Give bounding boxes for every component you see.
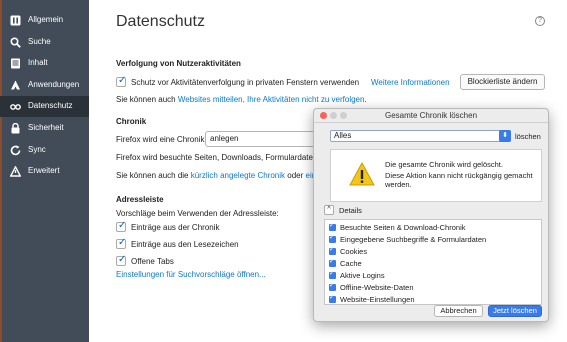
content-icon [11, 58, 20, 69]
tracking-protection-checkbox[interactable] [116, 75, 126, 87]
time-range-value: Alles [334, 131, 352, 140]
time-range-suffix: löschen [515, 132, 541, 141]
search-suggestions-settings-link[interactable]: Einstellungen für Suchvorschläge öffnen.… [116, 270, 266, 279]
warning-line-1: Die gesamte Chronik wird gelöscht. [385, 160, 503, 169]
sidebar-item-allgemein[interactable]: Allgemein [0, 10, 89, 31]
lock-icon [11, 123, 20, 134]
cancel-button[interactable]: Abbrechen [434, 305, 483, 317]
dnt-note-prefix: Sie können auch [116, 95, 176, 104]
addressbar-heading: Adressleiste [116, 195, 164, 204]
item-checkbox[interactable] [329, 245, 336, 255]
history-mode-label: Firefox wird eine Chronik: [116, 135, 207, 144]
history-note-prefix: Sie können auch die [116, 171, 189, 180]
tracking-protection-label: Schutz vor Aktivitätenverfolgung in priv… [131, 78, 360, 87]
clear-items-list: Besuchte Seiten & Download-Chronik Einge… [324, 219, 542, 305]
history-note: Sie können auch die kürzlich angelegte C… [116, 171, 320, 180]
tracking-heading: Verfolgung von Nutzeraktivitäten [116, 59, 241, 68]
item-label: Offline-Website-Daten [340, 283, 414, 292]
suggest-history-label: Einträge aus der Chronik [131, 223, 220, 232]
privacy-icon [10, 104, 21, 110]
item-checkbox[interactable] [329, 281, 336, 291]
clear-history-dialog: Gesamte Chronik löschen Alles ⬍ löschen … [313, 108, 549, 322]
suggest-bookmarks-checkbox[interactable] [116, 237, 126, 249]
search-icon [10, 37, 21, 48]
item-label: Website-Einstellungen [340, 295, 415, 304]
suggest-bookmarks-label: Einträge aus den Lesezeichen [131, 240, 239, 249]
history-mode-select[interactable]: anlegen [205, 131, 317, 147]
sidebar-item-label: Inhalt [28, 58, 48, 67]
chevron-down-icon: ⬍ [499, 130, 511, 142]
dnt-link[interactable]: Websites mitteilen, Ihre Aktivitäten nic… [178, 95, 365, 104]
sidebar-item-label: Suche [28, 37, 51, 46]
item-checkbox[interactable] [329, 257, 336, 267]
history-description: Firefox wird besuchte Seiten, Downloads,… [116, 153, 320, 162]
history-note-mid: oder [287, 171, 304, 180]
addressbar-description: Vorschläge beim Verwenden der Adressleis… [116, 209, 279, 218]
sidebar: Allgemein Suche Inhalt Anwendungen Daten… [0, 0, 89, 342]
sidebar-item-erweitert[interactable]: Erweitert [0, 161, 89, 182]
sidebar-item-suche[interactable]: Suche [0, 32, 89, 53]
details-toggle[interactable]: ^ [324, 205, 334, 215]
item-label: Aktive Logins [340, 271, 385, 280]
zoom-icon[interactable] [340, 112, 347, 119]
more-info-link[interactable]: Weitere Informationen [371, 78, 450, 87]
blocklist-button[interactable]: Blockierliste ändern [460, 74, 545, 90]
sidebar-item-label: Sicherheit [28, 123, 64, 132]
warning-line-2: Diese Aktion kann nicht rückgängig gemac… [385, 171, 533, 189]
sidebar-item-sync[interactable]: Sync [0, 140, 89, 161]
sidebar-item-label: Sync [28, 145, 46, 154]
sidebar-item-label: Datenschutz [28, 101, 73, 110]
sidebar-item-sicherheit[interactable]: Sicherheit [0, 118, 89, 139]
time-range-select[interactable]: Alles ⬍ [330, 130, 511, 142]
warning-box: Die gesamte Chronik wird gelöscht. Diese… [330, 149, 542, 202]
clear-now-button[interactable]: Jetzt löschen [488, 305, 542, 317]
dnt-note: Sie können auch Websites mitteilen, Ihre… [116, 95, 367, 104]
item-checkbox[interactable] [329, 221, 336, 231]
sidebar-item-label: Allgemein [28, 15, 64, 24]
item-label: Cookies [340, 247, 368, 256]
suggest-history-checkbox[interactable] [116, 220, 126, 232]
minimize-icon[interactable] [330, 112, 337, 119]
applications-icon [11, 80, 20, 90]
item-label: Cache [340, 259, 362, 268]
sidebar-item-inhalt[interactable]: Inhalt [0, 53, 89, 74]
warning-icon [349, 162, 375, 186]
dialog-title: Gesamte Chronik löschen [314, 109, 548, 123]
general-icon [10, 15, 21, 26]
page-title: Datenschutz [116, 13, 205, 30]
item-checkbox[interactable] [329, 233, 336, 243]
item-checkbox[interactable] [329, 269, 336, 279]
sidebar-item-label: Anwendungen [28, 80, 80, 89]
history-heading: Chronik [116, 117, 147, 126]
recent-history-link[interactable]: kürzlich angelegte Chronik [191, 171, 285, 180]
sync-icon [10, 145, 21, 156]
item-checkbox[interactable] [329, 293, 336, 303]
suggest-tabs-label: Offene Tabs [131, 257, 174, 266]
sidebar-item-label: Erweitert [28, 166, 60, 175]
details-label: Details [339, 206, 362, 215]
sidebar-item-anwendungen[interactable]: Anwendungen [0, 75, 89, 96]
dnt-note-suffix: . [364, 95, 367, 104]
close-icon[interactable] [320, 112, 327, 119]
suggest-tabs-checkbox[interactable] [116, 254, 126, 266]
chevron-up-icon: ^ [327, 206, 331, 213]
item-label: Besuchte Seiten & Download-Chronik [340, 223, 466, 232]
sidebar-item-datenschutz[interactable]: Datenschutz [0, 96, 89, 117]
item-label: Eingegebene Suchbegriffe & Formulardaten [340, 235, 487, 244]
help-icon[interactable]: ? [535, 16, 545, 26]
advanced-icon [10, 166, 21, 177]
